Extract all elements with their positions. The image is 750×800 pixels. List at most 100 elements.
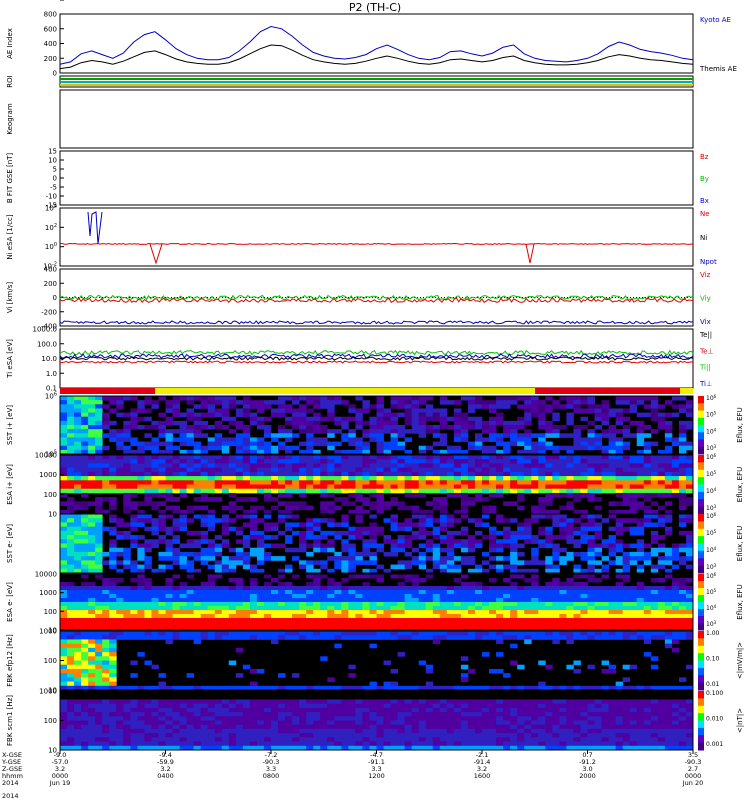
spectrogram-cell xyxy=(95,720,103,726)
spectrogram-cell xyxy=(242,586,251,591)
spectrogram-cell xyxy=(263,582,272,587)
spectrogram-cell xyxy=(664,602,673,607)
spectrogram-cell xyxy=(306,425,314,430)
spectrogram-cell xyxy=(482,476,490,481)
spectrogram-cell xyxy=(432,471,441,477)
spectrogram-cell xyxy=(214,543,223,549)
spectrogram-cell xyxy=(678,497,687,502)
spectrogram-cell xyxy=(95,433,103,438)
spectrogram-cell xyxy=(292,737,300,742)
spectrogram-cell xyxy=(369,631,377,636)
spectrogram-cell xyxy=(587,467,595,473)
spectrogram-cell xyxy=(376,590,384,595)
panel-ae-index: AE Index0200400600800Kyoto AEThemis AE xyxy=(6,11,737,78)
spectrogram-cell xyxy=(74,455,82,460)
tick-label: 200 xyxy=(44,280,57,288)
spectrogram-cell xyxy=(144,501,152,506)
spectrogram-cell xyxy=(432,602,441,607)
spectrogram-cell xyxy=(369,622,377,627)
spectrogram-cell xyxy=(559,518,567,523)
spectrogram-cell xyxy=(615,556,624,561)
spectrogram-cell xyxy=(292,488,300,494)
spectrogram-cell xyxy=(545,433,553,438)
spectrogram-cell xyxy=(531,463,539,469)
legend-entry: Te|| xyxy=(699,331,712,339)
spectrogram-cell xyxy=(327,594,335,599)
spectrogram-cell xyxy=(313,539,321,544)
spectrogram-cell xyxy=(221,737,230,742)
spectrogram-cell xyxy=(418,602,427,607)
spectrogram-cell xyxy=(657,425,666,430)
spectrogram-cell xyxy=(151,484,159,490)
spectrogram-cell xyxy=(235,590,244,595)
spectrogram-cell xyxy=(425,618,434,623)
spectrogram-cell xyxy=(60,643,68,649)
spectrogram-cell xyxy=(137,535,145,540)
spectrogram-cell xyxy=(200,551,209,557)
spectrogram-cell xyxy=(74,396,82,401)
spectrogram-cell xyxy=(67,582,75,587)
spectrogram-cell xyxy=(517,455,525,460)
spectrogram-cell xyxy=(622,614,631,619)
spectrogram-cell xyxy=(615,560,624,565)
temperature-line xyxy=(59,353,694,359)
spectrogram-cell xyxy=(299,622,307,627)
spectrogram-cell xyxy=(186,737,195,742)
spectrogram-cell xyxy=(242,741,251,747)
spectrogram-cell xyxy=(517,631,525,636)
spectrogram-cell xyxy=(657,488,666,494)
spectrogram-cell xyxy=(158,716,166,721)
spectrogram-cell xyxy=(418,416,427,422)
spectrogram-cell xyxy=(559,602,567,607)
spectrogram-cell xyxy=(271,522,279,528)
spectrogram-cell xyxy=(580,476,588,481)
spectrogram-cell xyxy=(573,480,581,485)
spectrogram-cell xyxy=(109,560,117,565)
spectrogram-cell xyxy=(271,484,279,490)
colorbar-exponent: 3 xyxy=(714,504,717,509)
spectrogram-cell xyxy=(256,425,265,430)
spectrogram-cell xyxy=(144,539,152,544)
spectrogram-cell xyxy=(292,631,300,636)
spectrogram-cell xyxy=(74,412,82,418)
spectrogram-cell xyxy=(165,594,173,599)
spectrogram-cell xyxy=(517,594,525,599)
spectrogram-cell xyxy=(67,556,75,561)
spectrogram-cell xyxy=(67,681,75,687)
spectrogram-cell xyxy=(123,560,131,565)
spectrogram-cell xyxy=(496,639,504,645)
spectrogram-cell xyxy=(116,712,124,717)
spectrogram-cell xyxy=(74,484,82,490)
spectrogram-cell xyxy=(496,539,504,544)
spectrogram-cell xyxy=(130,622,138,627)
spectrogram-cell xyxy=(355,631,363,636)
spectrogram-cell xyxy=(334,720,342,726)
spectrogram-cell xyxy=(165,590,173,595)
spectrogram-cell xyxy=(664,501,673,506)
spectrogram-cell xyxy=(81,501,89,506)
spectrogram-cell xyxy=(67,518,75,523)
spectrogram-cell xyxy=(256,622,265,627)
spectrogram-cell xyxy=(249,514,258,519)
spectrogram-cell xyxy=(151,437,159,442)
spectrogram-cell xyxy=(643,614,652,619)
spectrogram-cell xyxy=(432,526,441,532)
spectrogram-cell xyxy=(130,420,138,426)
spectrogram-cell xyxy=(137,522,145,528)
spectrogram-cell xyxy=(144,622,152,627)
y-axis-label: SST i+ [eV] xyxy=(6,405,14,445)
spectrogram-cell xyxy=(249,622,258,627)
spectrogram-cell xyxy=(510,455,518,460)
spectrogram-cell xyxy=(594,455,602,460)
spectrogram-cell xyxy=(172,574,180,579)
spectrogram-cell xyxy=(186,614,195,619)
spectrogram-cell xyxy=(531,582,539,587)
spectrogram-cell xyxy=(552,488,560,494)
spectrogram-cell xyxy=(671,467,680,473)
spectrogram-cell xyxy=(397,631,406,636)
spectrogram-cell xyxy=(460,677,469,682)
spectrogram-cell xyxy=(200,514,209,519)
spectrogram-cell xyxy=(116,433,124,438)
spectrogram-cell xyxy=(446,556,455,561)
spectrogram-cell xyxy=(151,635,159,640)
